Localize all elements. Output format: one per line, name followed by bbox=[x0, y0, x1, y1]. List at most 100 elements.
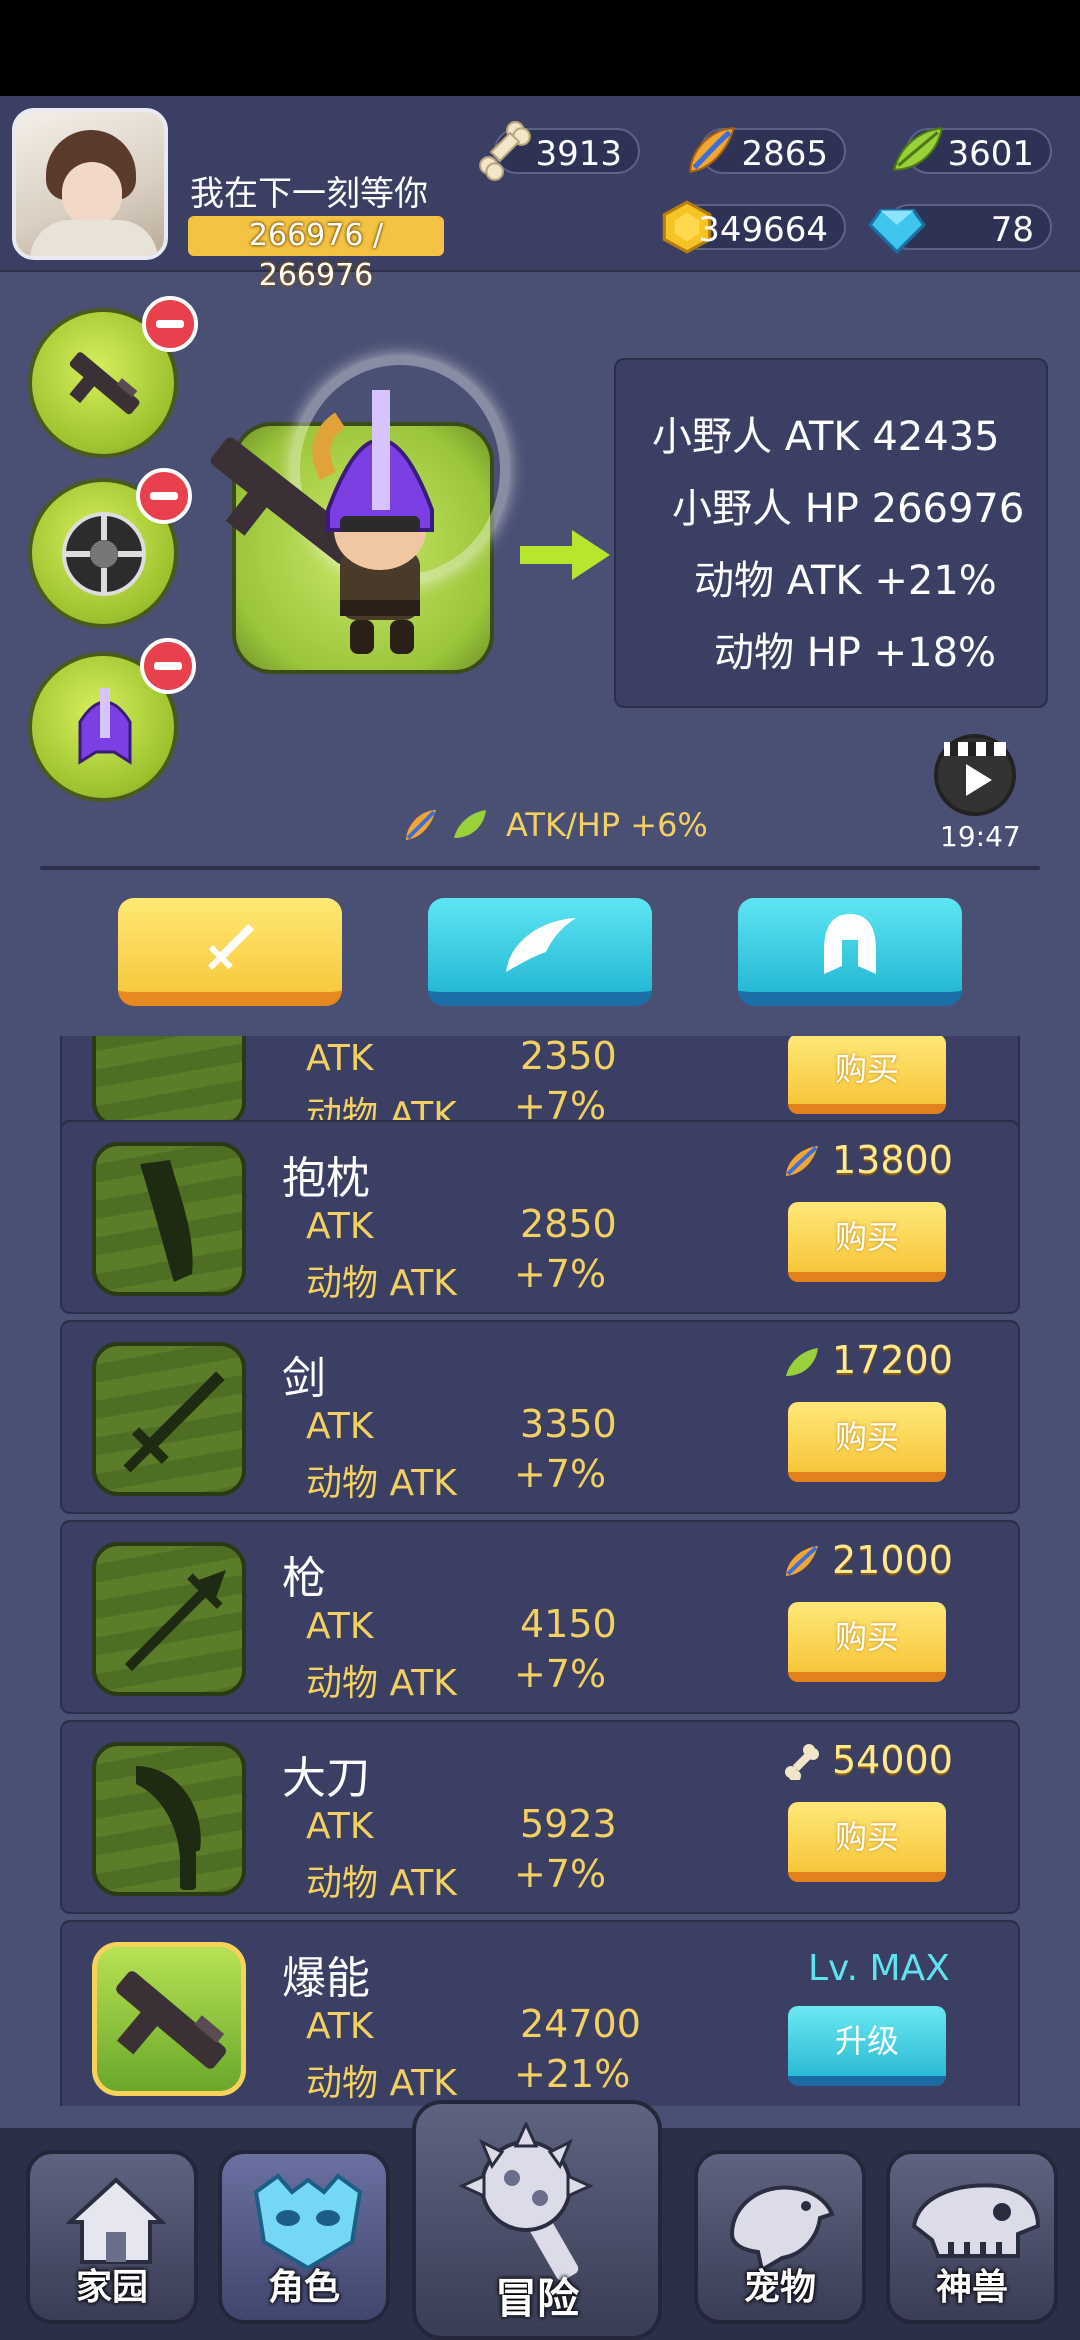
item-price: 13800 bbox=[832, 1138, 953, 1182]
nav-divine-beast[interactable]: 神兽 bbox=[886, 2150, 1058, 2324]
item-stat-value: 4150 bbox=[520, 1602, 617, 1646]
item-stat-value: 3350 bbox=[520, 1402, 617, 1446]
purple-helmet-icon bbox=[78, 688, 132, 765]
stat-caveman-atk: 小野人 ATK 42435 bbox=[652, 414, 1000, 460]
pillow-icon bbox=[140, 1160, 193, 1282]
item-bonus-value: +7% bbox=[514, 1252, 607, 1296]
resource-bone-value: 3913 bbox=[535, 134, 622, 174]
player-avatar[interactable] bbox=[12, 108, 168, 260]
remove-weapon-button[interactable] bbox=[142, 296, 198, 352]
nav-adventure-label: 冒险 bbox=[494, 2274, 579, 2323]
upgrade-button[interactable]: 升级 bbox=[788, 2006, 946, 2086]
mask-icon bbox=[253, 2173, 363, 2271]
nav-adventure[interactable]: 冒险 bbox=[412, 2100, 662, 2340]
player-header: 我在下一刻等你 266976 / 266976 3913 2865 3601 3… bbox=[0, 96, 1080, 293]
item-bonus-label: 动物 ATK bbox=[306, 1863, 457, 1904]
item-bonus-label: 动物 ATK bbox=[306, 1463, 457, 1504]
house-icon bbox=[66, 2177, 166, 2264]
green-leaf-icon bbox=[454, 810, 486, 838]
caveman-character bbox=[210, 390, 434, 654]
nav-character-label: 角色 bbox=[267, 2267, 340, 2308]
item-list[interactable]: ATK 2350 动物 ATK +7% 购买 抱枕 ATK 2850 动物 AT… bbox=[60, 1036, 1020, 2106]
item-stat-label: ATK bbox=[306, 2006, 374, 2047]
bone-icon bbox=[785, 1744, 819, 1780]
item-thumbnail bbox=[92, 1036, 246, 1128]
video-timer: 19:47 bbox=[940, 820, 1021, 853]
nav-home-label: 家园 bbox=[75, 2267, 148, 2308]
play-icon bbox=[944, 742, 1006, 796]
remove-helmet-button[interactable] bbox=[140, 638, 196, 694]
resource-orange-feather[interactable]: 2865 bbox=[689, 127, 846, 174]
item-level: Lv. MAX bbox=[808, 1948, 950, 1989]
item-stat-value: 2850 bbox=[520, 1202, 617, 1246]
tab-weapon[interactable] bbox=[118, 898, 342, 1006]
orange-feather-icon bbox=[406, 810, 436, 840]
video-ad-button[interactable] bbox=[934, 734, 1016, 816]
remove-wing-button[interactable] bbox=[136, 468, 192, 524]
orange-feather-icon bbox=[689, 127, 736, 173]
stat-animal-atk: 动物 ATK +21% bbox=[694, 558, 997, 604]
status-bar bbox=[0, 0, 1080, 96]
buy-button[interactable]: 购买 bbox=[788, 1802, 946, 1882]
stat-caveman-hp: 小野人 HP 266976 bbox=[672, 486, 1025, 532]
item-bonus-value: +7% bbox=[514, 1852, 607, 1896]
set-bonus: ATK/HP +6% bbox=[506, 806, 708, 844]
item-stat-label: ATK bbox=[306, 1606, 374, 1647]
item-name: 爆能 bbox=[282, 1953, 370, 2004]
resource-gold[interactable]: 349664 bbox=[662, 200, 846, 254]
nav-pets-label: 宠物 bbox=[743, 2267, 816, 2308]
resource-green-leaf[interactable]: 3601 bbox=[892, 127, 1052, 174]
buy-button[interactable]: 购买 bbox=[788, 1036, 946, 1114]
item-thumbnail bbox=[92, 1342, 246, 1496]
buy-button[interactable]: 购买 bbox=[788, 1202, 946, 1282]
list-item: 大刀 ATK 5923 动物 ATK +7% 54000 购买 bbox=[60, 1720, 1020, 1914]
list-item: 枪 ATK 4150 动物 ATK +7% 21000 购买 bbox=[60, 1520, 1020, 1714]
item-stat-label: ATK bbox=[306, 1206, 374, 1247]
item-price: 17200 bbox=[832, 1338, 953, 1382]
buy-button[interactable]: 购买 bbox=[788, 1602, 946, 1682]
list-item: 剑 ATK 3350 动物 ATK +7% 17200 购买 bbox=[60, 1320, 1020, 1514]
item-thumbnail bbox=[92, 1942, 246, 2096]
arrow-right-icon bbox=[520, 530, 610, 580]
list-item: 抱枕 ATK 2850 动物 ATK +7% 13800 购买 bbox=[60, 1120, 1020, 1314]
item-stat-label: ATK bbox=[306, 1406, 374, 1447]
sword-icon bbox=[208, 923, 255, 970]
player-name: 我在下一刻等你 bbox=[190, 174, 428, 214]
resource-green-leaf-value: 3601 bbox=[947, 134, 1034, 174]
spiked-mace-icon bbox=[458, 2122, 594, 2281]
item-name: 大刀 bbox=[282, 1753, 370, 1804]
item-stat-label: ATK bbox=[306, 1038, 374, 1079]
tab-wing[interactable] bbox=[428, 898, 652, 1006]
item-stat-value: 5923 bbox=[520, 1802, 617, 1846]
helmet-icon bbox=[824, 914, 876, 974]
item-stat-value: 2350 bbox=[520, 1036, 617, 1078]
item-bonus-value: +7% bbox=[514, 1452, 607, 1496]
machete-silhouette-icon bbox=[136, 1766, 201, 1890]
bone-icon bbox=[479, 121, 531, 181]
blaster-icon bbox=[116, 1971, 227, 2069]
item-bonus-value: +7% bbox=[514, 1652, 607, 1696]
resource-gold-value: 349664 bbox=[698, 210, 828, 250]
green-leaf-icon bbox=[786, 1348, 818, 1376]
buy-button[interactable]: 购买 bbox=[788, 1402, 946, 1482]
item-bonus-value: +21% bbox=[514, 2052, 631, 2096]
item-thumbnail bbox=[92, 1742, 246, 1896]
stat-animal-hp: 动物 HP +18% bbox=[714, 630, 997, 676]
item-thumbnail bbox=[92, 1542, 246, 1696]
item-name: 剑 bbox=[282, 1353, 326, 1404]
resource-bone[interactable]: 3913 bbox=[479, 121, 640, 181]
item-thumbnail bbox=[92, 1142, 246, 1296]
tab-helmet[interactable] bbox=[738, 898, 962, 1006]
blaster-icon bbox=[69, 352, 140, 415]
list-item: 爆能 ATK 24700 动物 ATK +21% Lv. MAX 升级 bbox=[60, 1920, 1020, 2106]
resource-diamond[interactable]: 78 bbox=[868, 204, 1052, 254]
resource-diamond-value: 78 bbox=[990, 210, 1034, 250]
nav-pets[interactable]: 宠物 bbox=[694, 2150, 866, 2324]
item-price: 21000 bbox=[832, 1538, 953, 1582]
diamond-icon bbox=[868, 208, 926, 254]
item-name: 抱枕 bbox=[282, 1153, 370, 1204]
nav-character[interactable]: 角色 bbox=[218, 2150, 390, 2324]
stats-panel: 小野人 ATK 42435 小野人 HP 266976 动物 ATK +21% … bbox=[614, 358, 1048, 708]
nav-home[interactable]: 家园 bbox=[26, 2150, 198, 2324]
item-bonus-label: 动物 ATK bbox=[306, 2063, 457, 2104]
